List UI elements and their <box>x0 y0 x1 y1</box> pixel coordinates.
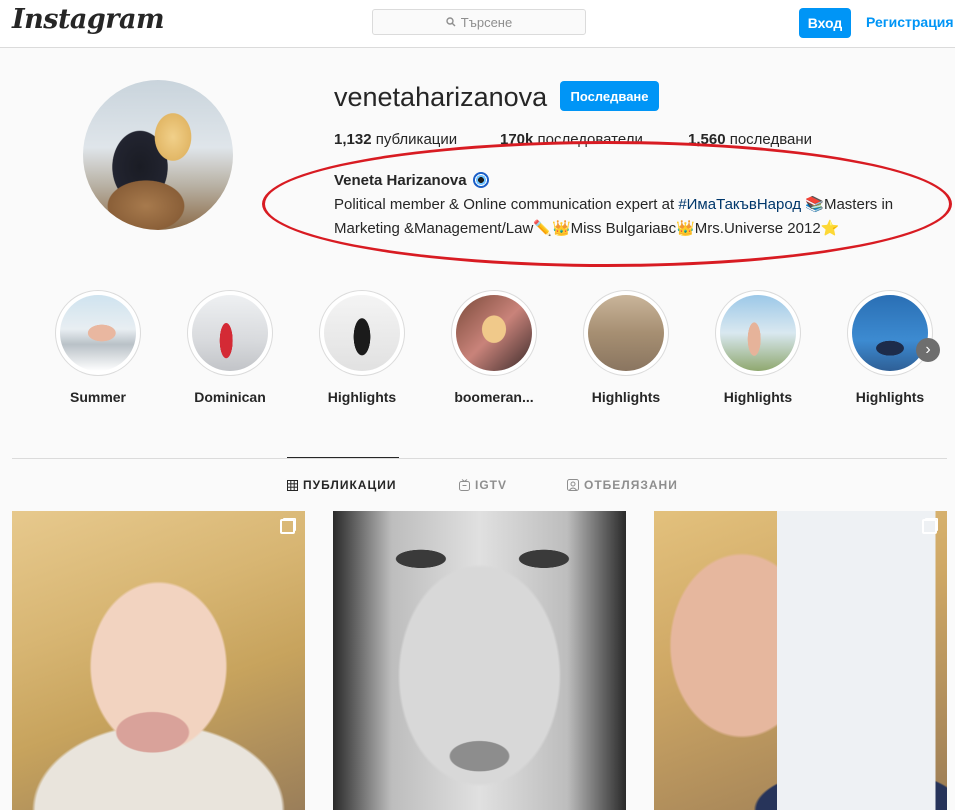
bio-text-part1: Political member & Online communication … <box>334 196 679 213</box>
highlight-cover-image <box>456 295 532 371</box>
highlight-label: Highlights <box>327 389 397 405</box>
following-count: 1,560 <box>688 131 726 148</box>
posts-count: 1,132 <box>334 131 372 148</box>
follow-button[interactable]: Последване <box>560 81 659 111</box>
full-name-text: Veneta Harizanova <box>334 172 467 189</box>
login-button[interactable]: Вход <box>799 8 851 38</box>
highlight-cover-image <box>720 295 796 371</box>
active-tab-indicator <box>287 457 399 458</box>
highlight-cover-image <box>192 295 268 371</box>
posts-count-stat: 1,132 публикации <box>334 131 500 148</box>
profile-avatar[interactable] <box>83 80 233 230</box>
search-input[interactable]: Търсене <box>372 9 586 35</box>
highlight-label: Dominican <box>194 389 266 405</box>
highlight-boomerang[interactable]: boomeran... <box>450 290 538 405</box>
profile-username: venetaharizanova <box>334 82 548 112</box>
tab-label: ОТБЕЛЯЗАНИ <box>584 478 678 492</box>
highlight-label: Highlights <box>855 389 925 405</box>
followers-label: последователи <box>537 131 643 148</box>
highlight-highlights-3[interactable]: Highlights <box>714 290 802 405</box>
post-thumbnail[interactable] <box>333 511 626 810</box>
profile-stats: 1,132 публикации 170k последователи 1,56… <box>334 131 812 148</box>
post-thumbnail[interactable] <box>12 511 305 810</box>
tab-posts[interactable]: ПУБЛИКАЦИИ <box>287 478 396 492</box>
search-icon <box>446 17 456 27</box>
tab-label: IGTV <box>475 478 508 492</box>
highlight-cover-ring <box>187 290 273 376</box>
tab-igtv[interactable]: IGTV <box>459 478 507 492</box>
post-image <box>333 511 626 810</box>
highlight-label: Highlights <box>723 389 793 405</box>
nazar-amulet-icon <box>472 172 489 188</box>
followers-count: 170k <box>500 131 534 148</box>
highlight-cover-ring <box>319 290 405 376</box>
multiple-photos-icon <box>922 519 937 534</box>
register-link[interactable]: Регистрация <box>866 14 954 30</box>
top-navigation-bar: Instagram Търсене Вход Регистрация <box>0 0 955 48</box>
posts-label: публикации <box>375 131 458 148</box>
highlight-highlights-1[interactable]: Highlights <box>318 290 406 405</box>
highlight-dominican[interactable]: Dominican <box>186 290 274 405</box>
search-placeholder: Търсене <box>460 14 513 30</box>
highlight-label: Summer <box>69 389 127 405</box>
igtv-icon <box>459 479 470 491</box>
highlight-cover-ring <box>583 290 669 376</box>
highlight-cover-image <box>60 295 136 371</box>
highlight-label: Highlights <box>591 389 661 405</box>
profile-full-name: Veneta Harizanova <box>334 172 489 189</box>
highlight-cover-image <box>852 295 928 371</box>
highlight-cover-ring <box>715 290 801 376</box>
highlight-cover-image <box>588 295 664 371</box>
tagged-icon <box>567 479 579 491</box>
highlight-label: boomeran... <box>454 389 534 405</box>
post-thumbnail[interactable] <box>654 511 947 810</box>
instagram-logo[interactable]: Instagram <box>12 4 165 35</box>
highlight-summer[interactable]: Summer <box>54 290 142 405</box>
post-image <box>12 511 305 810</box>
highlight-cover-ring <box>451 290 537 376</box>
highlight-highlights-2[interactable]: Highlights <box>582 290 670 405</box>
highlight-cover-image <box>324 295 400 371</box>
tab-tagged[interactable]: ОТБЕЛЯЗАНИ <box>567 478 678 492</box>
followers-stat[interactable]: 170k последователи <box>500 131 688 148</box>
tab-label: ПУБЛИКАЦИИ <box>303 478 397 492</box>
grid-icon <box>287 479 298 491</box>
multiple-photos-icon <box>280 519 295 534</box>
highlights-next-arrow-icon[interactable]: › <box>916 338 940 362</box>
highlight-cover-ring <box>847 290 933 376</box>
following-stat[interactable]: 1,560 последвани <box>688 131 812 148</box>
profile-bio: Political member & Online communication … <box>334 193 944 241</box>
bio-hashtag-link[interactable]: #ИмаТакъвНарод <box>678 196 801 213</box>
highlight-cover-ring <box>55 290 141 376</box>
following-label: последвани <box>729 131 813 148</box>
tabs-divider <box>12 458 947 459</box>
post-image <box>654 511 947 810</box>
